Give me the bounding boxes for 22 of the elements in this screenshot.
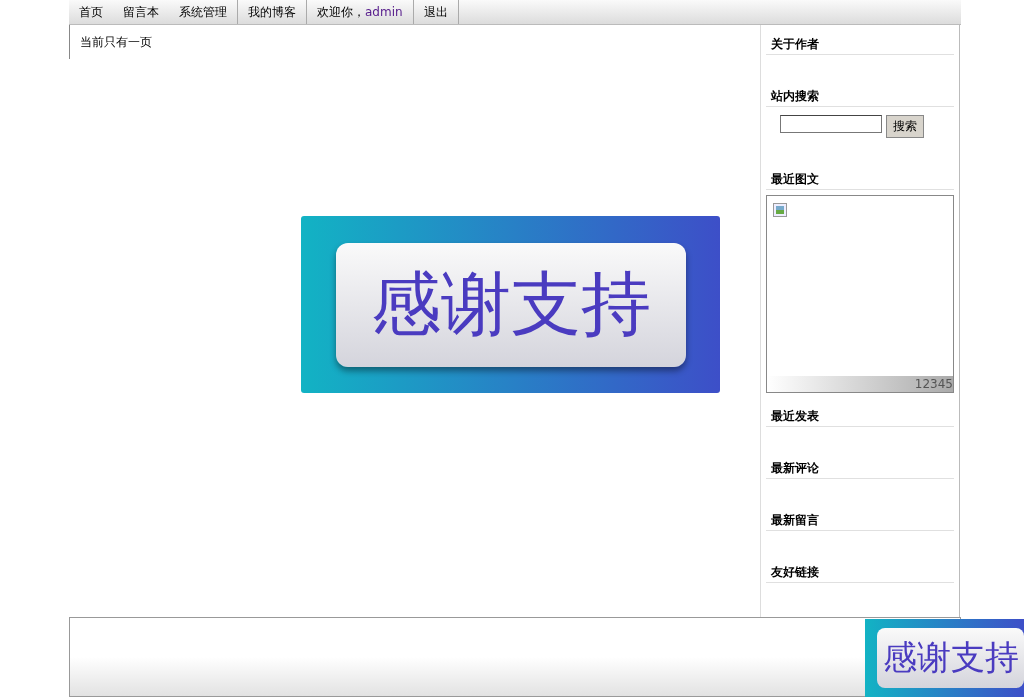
nav-link[interactable]: 系统管理 <box>169 0 238 24</box>
nav-link[interactable]: 我的博客 <box>238 0 307 24</box>
section-title: 最新评论 <box>766 449 954 479</box>
page-link[interactable]: 2 <box>922 377 931 391</box>
thanks-banner: 感谢支持 <box>865 619 1024 697</box>
pager-note: 当前只有一页 <box>80 34 152 51</box>
nav-link[interactable]: 欢迎你，admin <box>307 0 414 24</box>
section-title: 友好链接 <box>766 553 954 583</box>
nav-link[interactable]: 首页 <box>69 0 113 24</box>
nav-link[interactable]: 退出 <box>413 0 459 24</box>
section-title: 站内搜索 <box>766 77 954 107</box>
thanks-banner: 感谢支持 <box>301 216 720 393</box>
section-title: 关于作者 <box>766 25 954 55</box>
nav-link[interactable]: 留言本 <box>113 0 169 24</box>
section-title: 最近发表 <box>766 397 954 427</box>
section-title: 最新留言 <box>766 501 954 531</box>
page-link[interactable]: 1 <box>914 377 923 391</box>
search-button[interactable]: 搜索 <box>886 115 924 138</box>
section-title: 最近图文 <box>766 160 954 190</box>
broken-image-icon <box>773 203 787 217</box>
page-link[interactable]: 3 <box>930 377 938 391</box>
search-field[interactable] <box>780 115 882 133</box>
